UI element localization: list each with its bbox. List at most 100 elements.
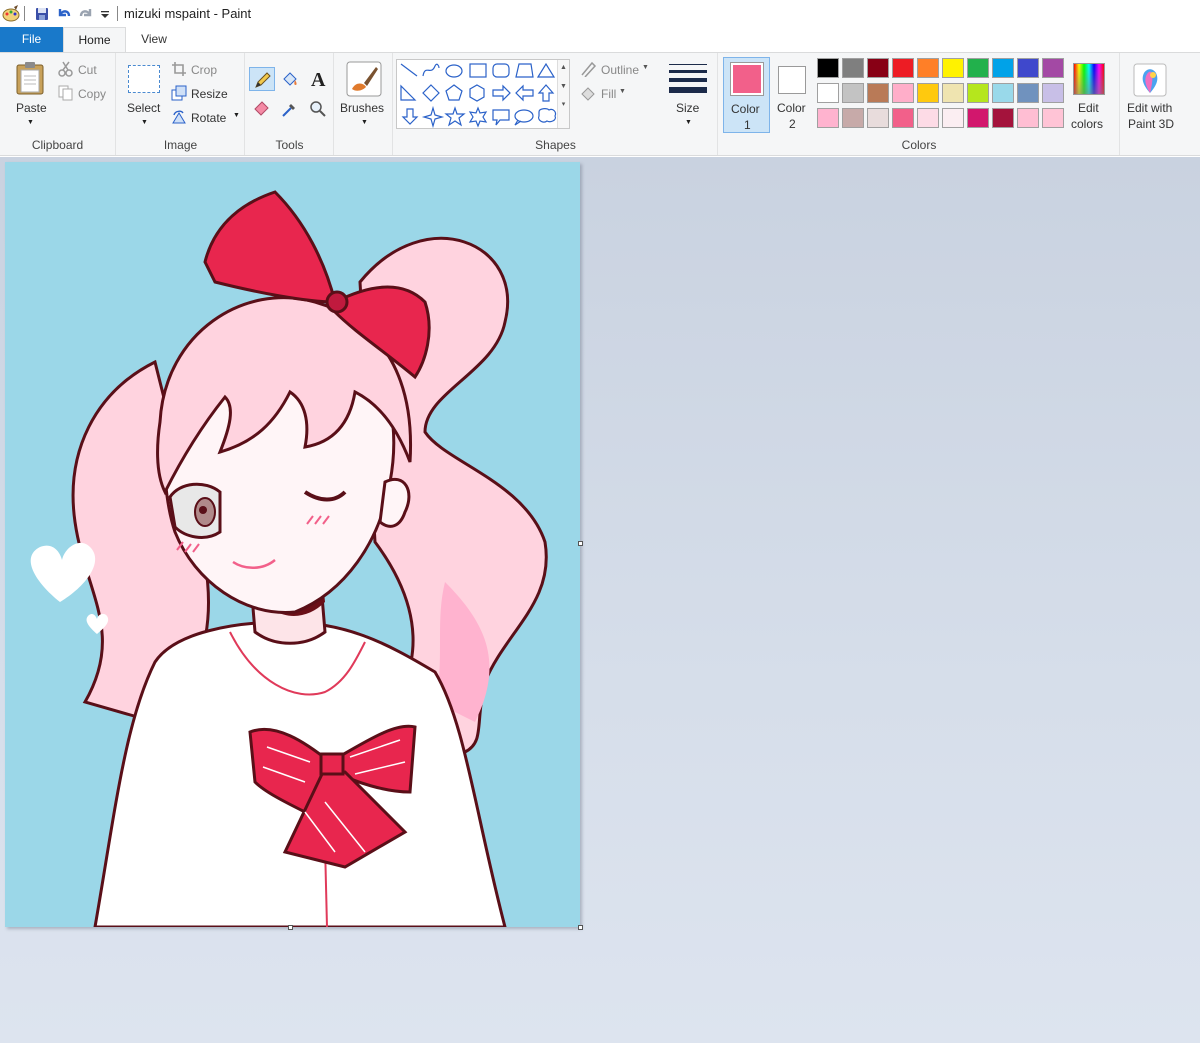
color2-label: Color — [777, 101, 806, 115]
outline-icon — [581, 61, 597, 77]
palette-swatch[interactable] — [1017, 83, 1039, 103]
palette-swatch[interactable] — [817, 58, 839, 78]
palette-swatch[interactable] — [992, 58, 1014, 78]
paint3d-label-2: Paint 3D — [1128, 117, 1175, 131]
resize-handle-bottom[interactable] — [288, 925, 293, 930]
tools-group-label: Tools — [275, 138, 304, 152]
shapes-scroll[interactable]: ▲ ▼ ▾ — [557, 60, 569, 128]
edit-paint3d-button[interactable]: Edit with Paint 3D — [1123, 57, 1179, 133]
palette-swatch[interactable] — [867, 108, 889, 128]
select-label: Select — [127, 101, 161, 115]
palette-swatch[interactable] — [992, 83, 1014, 103]
outline-button[interactable]: Outline ▼ — [580, 61, 660, 79]
palette-swatch[interactable] — [1017, 108, 1039, 128]
crop-button[interactable]: Crop — [171, 61, 241, 79]
color-palette — [817, 58, 1067, 132]
color1-number: 1 — [744, 118, 751, 132]
select-button[interactable]: Select ▼ — [123, 57, 165, 129]
palette-swatch[interactable] — [842, 108, 864, 128]
svg-text:A: A — [311, 69, 326, 89]
customize-icon[interactable] — [97, 3, 113, 25]
paste-button[interactable]: Paste ▼ — [10, 57, 50, 129]
brush-icon — [346, 61, 382, 97]
edit-colors-label-2: colors — [1071, 117, 1104, 131]
brushes-button[interactable]: Brushes ▼ — [339, 57, 389, 129]
outline-label: Outline — [601, 63, 640, 77]
copy-button[interactable]: Copy — [58, 85, 114, 103]
edit-colors-label-1: Edit — [1078, 101, 1099, 115]
canvas-artwork — [30, 190, 548, 927]
tab-view[interactable]: View — [126, 27, 182, 52]
color2-number: 2 — [789, 117, 796, 131]
ribbon-tabs: File Home View — [0, 27, 1200, 53]
paint-app-icon[interactable] — [0, 3, 22, 25]
color2-button[interactable]: Color 2 — [772, 57, 812, 133]
save-icon[interactable] — [31, 3, 53, 25]
palette-swatch[interactable] — [942, 83, 964, 103]
palette-swatch[interactable] — [917, 108, 939, 128]
outline-dropdown-icon: ▼ — [642, 64, 649, 71]
paint3d-icon — [1133, 63, 1167, 97]
select-icon — [128, 65, 160, 93]
resize-handle-corner[interactable] — [578, 925, 583, 930]
palette-swatch[interactable] — [967, 83, 989, 103]
color1-swatch — [730, 62, 764, 96]
rotate-button[interactable]: Rotate ▼ — [171, 109, 241, 127]
palette-swatch[interactable] — [1042, 83, 1064, 103]
palette-swatch[interactable] — [967, 108, 989, 128]
window-title: mizuki mspaint - Paint — [124, 6, 252, 21]
tab-file[interactable]: File — [0, 27, 63, 52]
palette-swatch[interactable] — [892, 108, 914, 128]
palette-swatch[interactable] — [892, 58, 914, 78]
fill-button[interactable]: Fill ▼ — [580, 85, 660, 103]
palette-swatch[interactable] — [867, 83, 889, 103]
text-icon: A — [311, 69, 326, 89]
rotate-icon — [172, 110, 186, 124]
palette-swatch[interactable] — [967, 58, 989, 78]
eraser-tool[interactable] — [249, 97, 275, 121]
magnifier-tool[interactable] — [305, 97, 331, 121]
palette-swatch[interactable] — [942, 108, 964, 128]
palette-swatch[interactable] — [1017, 58, 1039, 78]
palette-swatch[interactable] — [892, 83, 914, 103]
cut-button[interactable]: Cut — [58, 61, 114, 79]
paste-dropdown-icon: ▼ — [27, 119, 34, 126]
undo-icon[interactable] — [53, 3, 75, 25]
palette-swatch[interactable] — [942, 58, 964, 78]
clipboard-group: Paste ▼ Cut Copy Clipboard — [0, 53, 116, 155]
resize-button[interactable]: Resize — [171, 85, 241, 103]
copy-label: Copy — [78, 87, 107, 101]
brushes-label: Brushes — [340, 101, 385, 115]
select-dropdown-icon: ▼ — [141, 119, 148, 126]
palette-swatch[interactable] — [917, 83, 939, 103]
palette-swatch[interactable] — [917, 58, 939, 78]
palette-swatch[interactable] — [1042, 108, 1064, 128]
shapes-gallery[interactable]: ▲ ▼ ▾ — [396, 59, 570, 129]
palette-swatch[interactable] — [992, 108, 1014, 128]
palette-swatch[interactable] — [867, 58, 889, 78]
palette-swatch[interactable] — [842, 83, 864, 103]
redo-icon[interactable] — [75, 3, 97, 25]
palette-swatch[interactable] — [817, 83, 839, 103]
color-picker-tool[interactable] — [277, 97, 303, 121]
tools-group: A Tools — [246, 53, 334, 155]
color1-button[interactable]: Color 1 — [723, 57, 770, 133]
tab-home[interactable]: Home — [63, 27, 126, 53]
palette-swatch[interactable] — [817, 108, 839, 128]
palette-swatch[interactable] — [1042, 58, 1064, 78]
size-button[interactable]: Size ▼ — [665, 57, 711, 131]
title-separator-2 — [117, 6, 118, 21]
resize-label: Resize — [191, 87, 228, 101]
palette-swatch[interactable] — [842, 58, 864, 78]
pencil-icon — [255, 72, 271, 88]
cut-label: Cut — [78, 63, 97, 77]
fill-tool[interactable] — [277, 67, 303, 91]
fill-bucket-icon — [283, 72, 297, 86]
drawing-canvas[interactable] — [5, 162, 580, 927]
resize-icon — [171, 85, 187, 101]
image-group: Select ▼ Crop Resize Rotate ▼ Image — [117, 53, 245, 155]
resize-handle-right[interactable] — [578, 541, 583, 546]
pencil-tool[interactable] — [249, 67, 275, 91]
text-tool[interactable]: A — [305, 67, 331, 91]
edit-colors-button[interactable]: Edit colors — [1067, 57, 1113, 133]
